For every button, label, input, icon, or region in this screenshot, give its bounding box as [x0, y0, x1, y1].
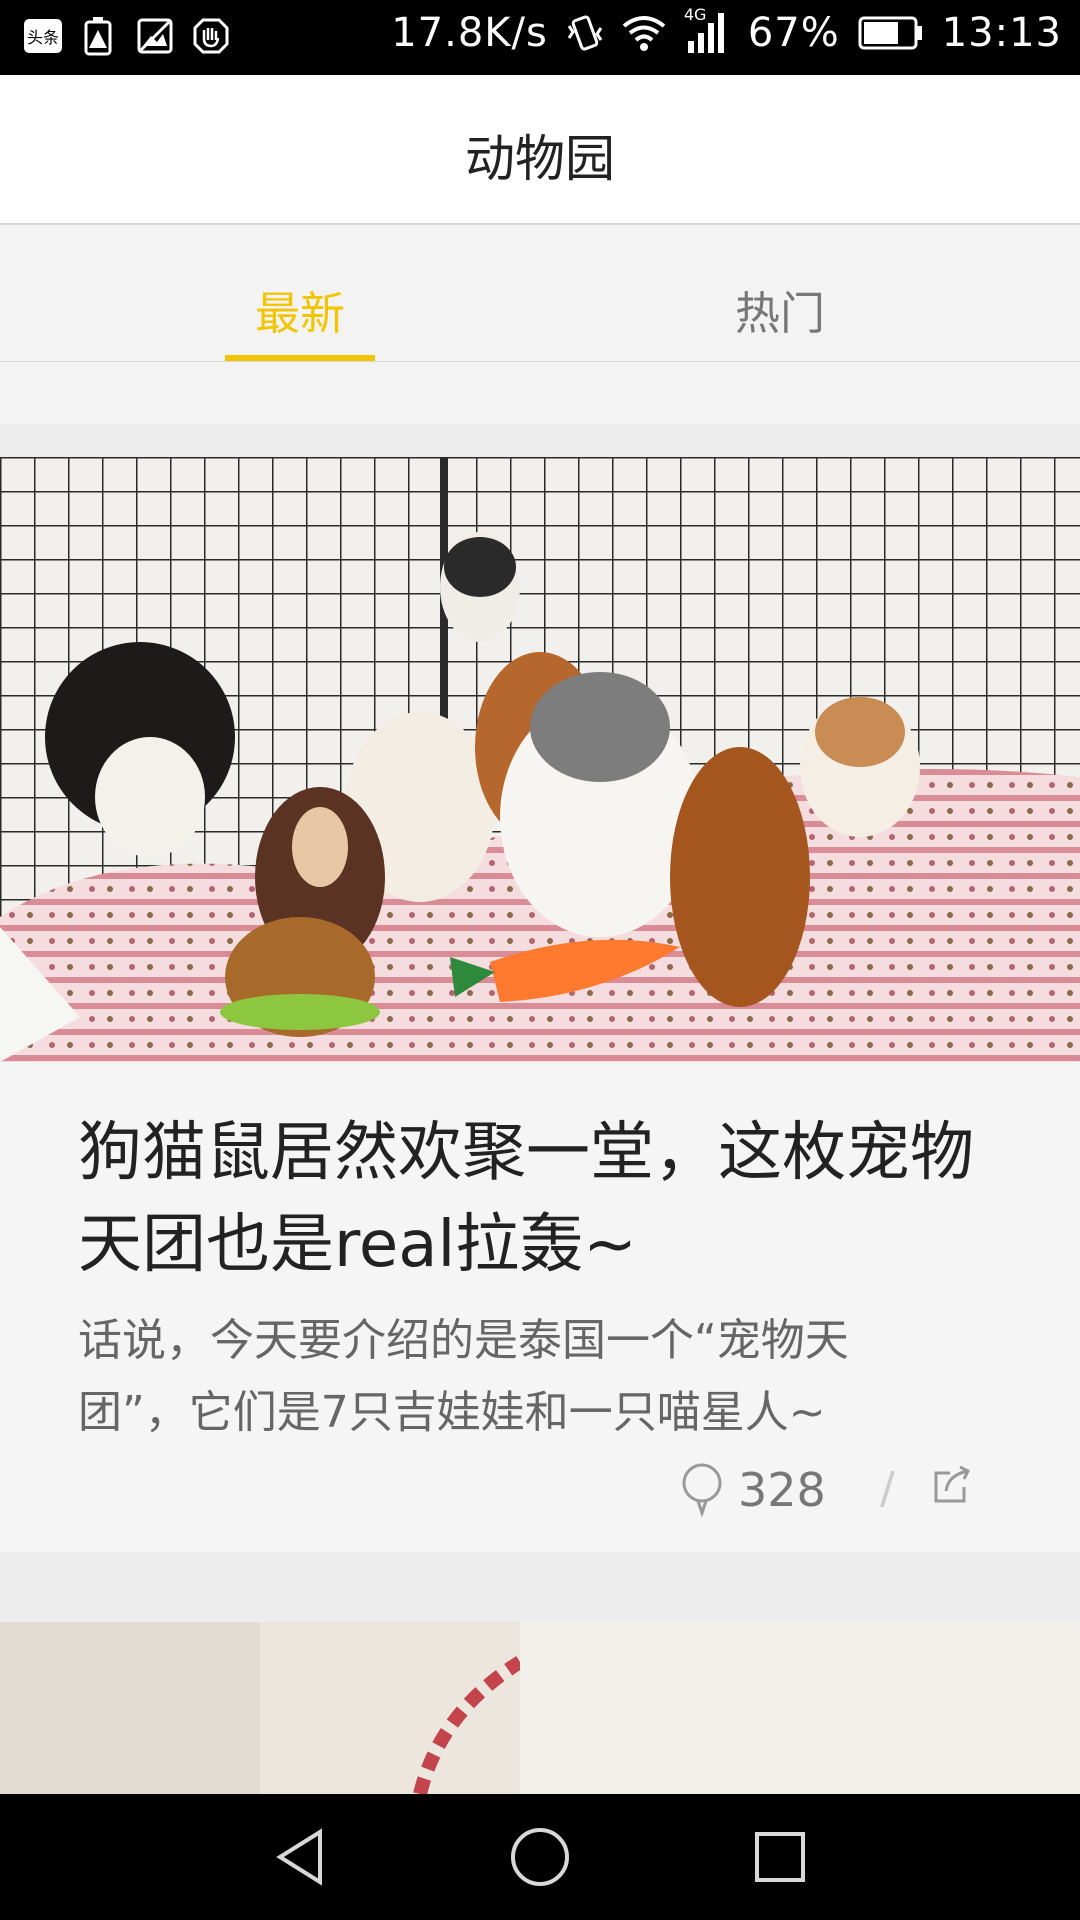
battery-warning-icon: [78, 14, 120, 58]
status-right: 17.8K/s 4G 67% 13:13: [391, 5, 1062, 56]
previous-card-remnant: [0, 362, 1080, 424]
hand-icon: [190, 14, 232, 58]
navigation-bar: [0, 1794, 1080, 1920]
page-title: 动物园: [465, 130, 615, 188]
feed-list[interactable]: 狗猫鼠居然欢聚一堂，这枚宠物天团也是real拉轰~ 话说，今天要介绍的是泰国一个…: [0, 362, 1080, 1794]
recents-icon[interactable]: [745, 1822, 815, 1892]
meta-divider: /: [880, 1463, 895, 1514]
clock: 13:13: [941, 10, 1062, 56]
comment-count: 328: [738, 1463, 826, 1517]
status-left-icons: 头条: [22, 14, 232, 58]
back-icon[interactable]: [268, 1822, 338, 1892]
status-bar: 头条 17.8K/s 4G 67% 13:13: [0, 0, 1080, 75]
article-title[interactable]: 狗猫鼠居然欢聚一堂，这枚宠物天团也是real拉轰~: [78, 1107, 1018, 1291]
wifi-icon: [622, 16, 666, 51]
comment-icon[interactable]: [680, 1461, 724, 1517]
toutiao-app-icon: 头条: [22, 14, 64, 58]
tab-latest[interactable]: 最新: [150, 277, 450, 342]
share-icon[interactable]: [930, 1463, 974, 1507]
signal-icon: 4G: [684, 5, 730, 55]
tab-active-indicator: [225, 355, 375, 361]
battery-percent: 67%: [747, 10, 840, 56]
tab-bar: 最新 热门: [0, 225, 1080, 363]
title-bar: 动物园: [0, 75, 1080, 225]
home-icon[interactable]: [505, 1822, 575, 1892]
article-card[interactable]: 狗猫鼠居然欢聚一堂，这枚宠物天团也是real拉轰~ 话说，今天要介绍的是泰国一个…: [0, 457, 1080, 1552]
battery-icon: [858, 16, 922, 50]
article-photo[interactable]: [0, 457, 1080, 1062]
tab-popular[interactable]: 热门: [630, 277, 930, 342]
article-summary: 话说，今天要介绍的是泰国一个“宠物天团”，它们是7只吉娃娃和一只喵星人~: [78, 1315, 849, 1438]
article-meta: 328 /: [680, 1457, 1000, 1527]
svg-text:头条: 头条: [27, 28, 59, 47]
next-article-photo[interactable]: [0, 1622, 1080, 1794]
network-speed: 17.8K/s: [391, 10, 548, 56]
image-icon: [134, 14, 176, 58]
vibrate-icon: [567, 15, 603, 51]
